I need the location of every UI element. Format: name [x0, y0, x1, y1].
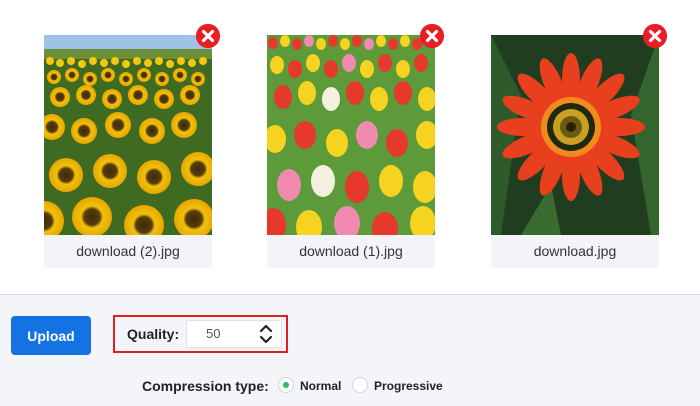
- sunflower-image: [44, 35, 212, 235]
- tulip-image: [267, 35, 435, 235]
- close-x-icon: [643, 24, 667, 48]
- quality-input[interactable]: 50: [186, 320, 282, 348]
- settings-panel: [0, 294, 700, 406]
- quality-control: Quality: 50: [113, 315, 288, 353]
- radio-normal-label[interactable]: Normal: [300, 379, 341, 393]
- chevron-down-icon: [259, 335, 273, 344]
- radio-selected-dot: [283, 382, 289, 388]
- image-filename: download (1).jpg: [299, 243, 403, 259]
- image-filename: download (2).jpg: [76, 243, 180, 259]
- image-card: download (1).jpg: [267, 35, 435, 268]
- image-thumbnail: [267, 35, 435, 235]
- quality-decrement-button[interactable]: [259, 335, 273, 345]
- chevron-up-icon: [259, 324, 273, 333]
- remove-image-button[interactable]: [643, 24, 667, 48]
- image-card: download.jpg: [491, 35, 659, 268]
- quality-value: 50: [206, 326, 221, 341]
- image-filename: download.jpg: [533, 243, 617, 259]
- radio-progressive[interactable]: [352, 377, 368, 393]
- quality-label: Quality:: [127, 326, 180, 342]
- remove-image-button[interactable]: [420, 24, 444, 48]
- radio-normal[interactable]: [278, 377, 294, 393]
- upload-button[interactable]: Upload: [11, 316, 91, 355]
- image-gallery: download (2).jpg download (1).jpg downlo…: [0, 0, 700, 294]
- flower-image: [491, 35, 659, 235]
- quality-increment-button[interactable]: [259, 323, 273, 333]
- close-x-icon: [196, 24, 220, 48]
- radio-progressive-label[interactable]: Progressive: [374, 379, 443, 393]
- image-card: download (2).jpg: [44, 35, 212, 268]
- close-x-icon: [420, 24, 444, 48]
- compression-type-label: Compression type:: [142, 378, 269, 394]
- image-thumbnail: [44, 35, 212, 235]
- image-thumbnail: [491, 35, 659, 235]
- remove-image-button[interactable]: [196, 24, 220, 48]
